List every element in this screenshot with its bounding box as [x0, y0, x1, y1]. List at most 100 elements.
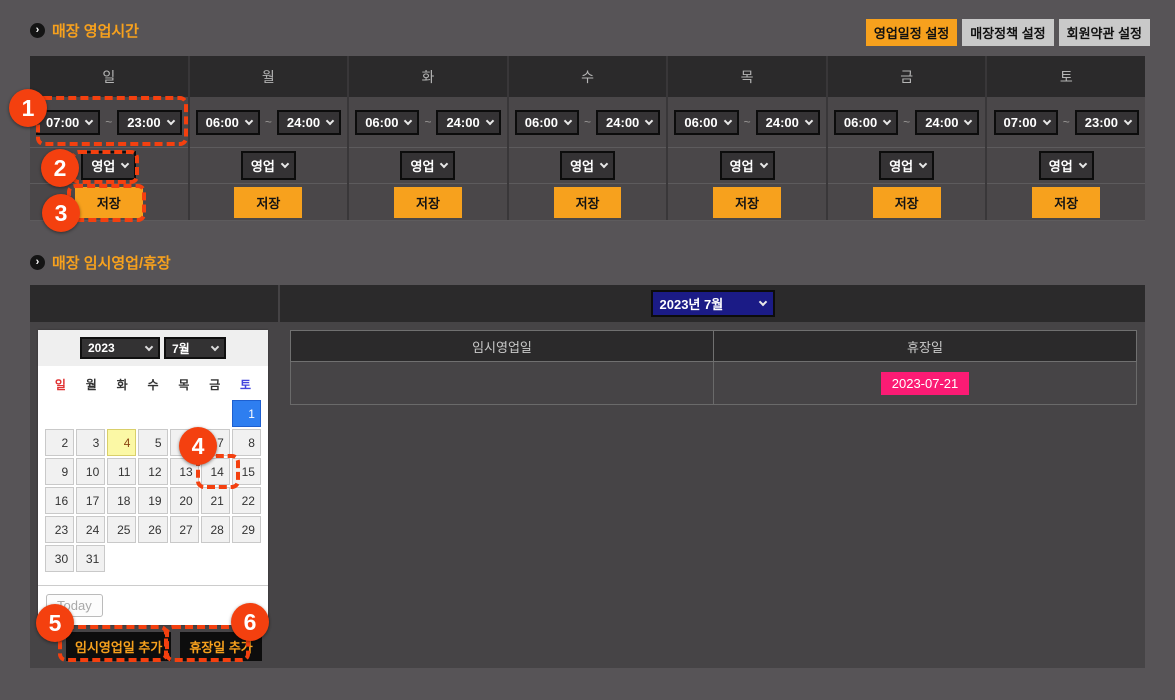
close-time-select[interactable]: 24:00	[596, 109, 661, 135]
calendar-year-value: 2023	[88, 341, 115, 355]
day-header: 월	[189, 56, 348, 97]
calendar-day-cell[interactable]: 25	[107, 516, 137, 543]
calendar-day-cell[interactable]: 9	[45, 458, 75, 485]
calendar-day-cell[interactable]: 4	[107, 429, 137, 456]
save-cell: 저장	[189, 183, 348, 220]
open-time-select[interactable]: 06:00	[674, 109, 739, 135]
annotation-circle-6: 6	[231, 603, 269, 641]
calendar-day-cell[interactable]: 31	[76, 545, 106, 572]
calendar-day-cell[interactable]: 3	[76, 429, 106, 456]
open-time-select[interactable]: 06:00	[514, 109, 580, 135]
calendar-day-cell[interactable]: 20	[169, 487, 199, 514]
calendar-year-select[interactable]: 2023	[80, 337, 160, 359]
schedule-table-header: 임시영업일 휴장일	[290, 330, 1137, 362]
chevron-down-icon	[280, 159, 290, 169]
chevron-down-icon	[325, 116, 335, 125]
status-select[interactable]: 영업	[240, 151, 296, 180]
weekday-label-금: 금	[209, 378, 221, 392]
save-button[interactable]: 저장	[713, 186, 782, 218]
calendar-day-cell[interactable]: 30	[45, 545, 75, 572]
close-time-select[interactable]: 24:00	[755, 109, 820, 135]
open-time-select[interactable]: 07:00	[993, 109, 1058, 135]
save-button[interactable]: 저장	[1032, 186, 1101, 218]
chevron-down-icon	[404, 116, 413, 125]
calendar-day-cell[interactable]: 10	[76, 458, 106, 485]
calendar-empty-cell	[201, 545, 230, 572]
calendar-day-cell[interactable]: 2	[45, 429, 75, 456]
annotation-box-5	[58, 625, 168, 662]
close-time-select[interactable]: 24:00	[276, 109, 342, 135]
status-select[interactable]: 영업	[879, 151, 935, 180]
chevron-down-icon	[882, 116, 892, 125]
save-cell: 저장	[668, 183, 826, 220]
calendar-day-cell[interactable]: 16	[45, 487, 75, 514]
month-select[interactable]: 2023년 7월	[650, 290, 775, 317]
settings-button-3[interactable]: 회원약관 설정	[1058, 19, 1150, 46]
calendar-empty-cell	[107, 400, 136, 427]
calendar-day-cell[interactable]: 29	[231, 516, 261, 543]
tilde-separator: ~	[264, 115, 272, 129]
settings-button-group: 영업일정 설정 매장정책 설정 회원약관 설정	[865, 19, 1150, 46]
calendar-day-cell[interactable]: 17	[76, 487, 106, 514]
settings-button-2[interactable]: 매장정책 설정	[962, 19, 1054, 46]
calendar-day-cell[interactable]: 8	[231, 429, 261, 456]
calendar-day-cell[interactable]: 27	[169, 516, 199, 543]
month-select-value: 2023년 7월	[659, 297, 724, 312]
save-button[interactable]: 저장	[553, 186, 622, 218]
calendar-day-cell[interactable]: 21	[200, 487, 230, 514]
weekday-label-토: 토	[240, 378, 252, 392]
chevron-down-icon	[964, 116, 973, 125]
day-header: 일	[30, 56, 188, 97]
status-select[interactable]: 영업	[1038, 151, 1094, 180]
closed-date-badge[interactable]: 2023-07-21	[880, 371, 970, 395]
calendar-empty-cell	[45, 400, 74, 427]
day-column-금: 금 06:00 ~24:00 영업 저장	[827, 56, 988, 220]
time-range-cell: 07:00 ~23:00	[987, 97, 1145, 147]
open-time-select[interactable]: 06:00	[833, 109, 899, 135]
save-cell: 저장	[987, 183, 1146, 220]
calendar-day-cell[interactable]: 5	[138, 429, 168, 456]
status-select[interactable]: 영업	[560, 151, 615, 180]
tilde-separator: ~	[1062, 115, 1070, 129]
tilde-separator: ~	[743, 115, 751, 129]
close-time-select[interactable]: 23:00	[1074, 109, 1140, 135]
settings-button-1[interactable]: 영업일정 설정	[865, 19, 958, 46]
close-time-select[interactable]: 24:00	[436, 109, 501, 135]
chevron-down-icon	[485, 116, 494, 125]
closed-column-header: 휴장일	[714, 330, 1137, 362]
chevron-down-icon	[244, 116, 254, 125]
save-button[interactable]: 저장	[393, 186, 462, 218]
close-time-select[interactable]: 24:00	[915, 109, 980, 135]
calendar-month-select[interactable]: 7월	[164, 337, 226, 359]
save-button[interactable]: 저장	[234, 186, 303, 218]
panel-top-bar: 2023년 7월	[30, 285, 1145, 322]
tilde-separator: ~	[424, 115, 432, 129]
status-select[interactable]: 영업	[400, 151, 456, 180]
calendar-day-cell[interactable]: 23	[45, 516, 75, 543]
tilde-separator: ~	[903, 115, 911, 129]
save-cell: 저장	[827, 183, 986, 220]
chevron-down-icon	[1078, 159, 1087, 169]
calendar-day-cell[interactable]: 19	[138, 487, 168, 514]
calendar-empty-cell	[232, 545, 261, 572]
calendar-day-cell[interactable]: 12	[138, 458, 168, 485]
open-time-select[interactable]: 06:00	[195, 109, 260, 135]
save-cell: 저장	[508, 183, 667, 220]
calendar-day-cell[interactable]: 28	[200, 516, 230, 543]
weekday-label-수: 수	[147, 378, 159, 392]
calendar-day-cell[interactable]: 22	[231, 487, 261, 514]
status-select[interactable]: 영업	[719, 151, 775, 180]
annotation-circle-3: 3	[42, 194, 80, 232]
day-header: 수	[508, 56, 667, 97]
annotation-circle-1: 1	[9, 89, 47, 127]
calendar-day-cell[interactable]: 24	[76, 516, 106, 543]
chevron-down-icon	[645, 116, 654, 125]
status-cell: 영업	[189, 147, 348, 183]
save-button[interactable]: 저장	[872, 186, 941, 218]
calendar-day-cell[interactable]: 11	[107, 458, 137, 485]
calendar-day-cell[interactable]: 26	[138, 516, 168, 543]
open-time-select[interactable]: 06:00	[355, 109, 420, 135]
calendar-day-cell[interactable]: 1	[231, 400, 261, 427]
panel-top-left-cell	[30, 285, 280, 322]
calendar-day-cell[interactable]: 18	[107, 487, 137, 514]
